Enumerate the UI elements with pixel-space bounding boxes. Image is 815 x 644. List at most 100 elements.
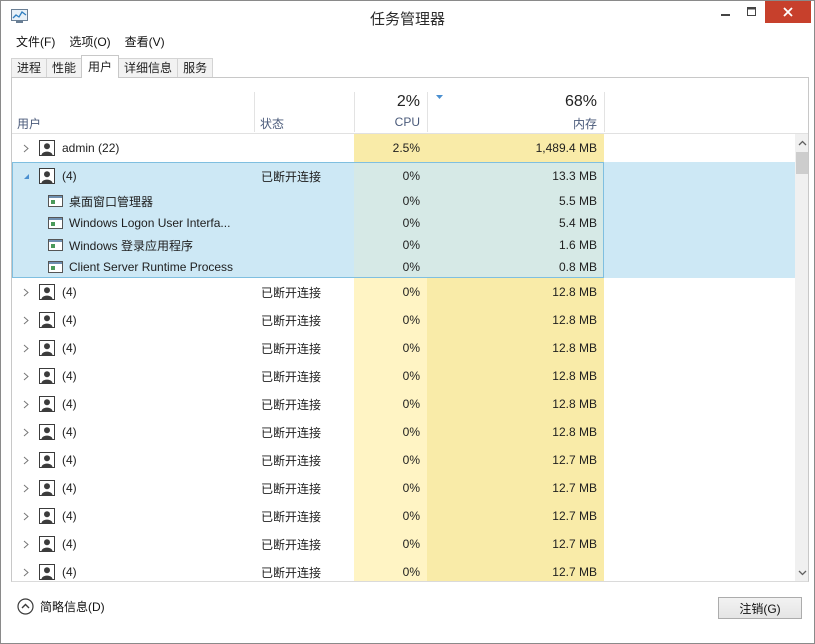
user-row[interactable]: (4) 已断开连接 0% 12.7 MB: [12, 530, 795, 558]
user-row[interactable]: (4) 已断开连接 0% 12.8 MB: [12, 278, 795, 306]
column-header-cpu[interactable]: 2% CPU: [354, 78, 427, 134]
fewer-details-toggle[interactable]: 简略信息(D): [17, 598, 105, 615]
user-row[interactable]: admin (22) 2.5% 1,489.4 MB: [12, 134, 795, 162]
tab-details[interactable]: 详细信息: [118, 58, 179, 78]
chevron-right-icon[interactable]: [23, 278, 29, 306]
row-status: 已断开连接: [261, 169, 322, 184]
logoff-button[interactable]: 注销(G): [718, 597, 802, 619]
process-row[interactable]: Windows Logon User Interfa... 0% 5.4 MB: [12, 212, 795, 234]
chevron-right-icon[interactable]: [23, 558, 29, 581]
row-name: 桌面窗口管理器: [69, 194, 154, 209]
row-memory: 12.8 MB: [552, 341, 597, 355]
chevron-right-icon[interactable]: [23, 418, 29, 446]
user-row[interactable]: (4) 已断开连接 0% 12.7 MB: [12, 446, 795, 474]
row-memory: 12.8 MB: [552, 313, 597, 327]
column-divider[interactable]: [254, 92, 255, 132]
user-row[interactable]: (4) 已断开连接 0% 12.7 MB: [12, 558, 795, 581]
row-status: 已断开连接: [261, 537, 322, 552]
chevron-right-icon[interactable]: [23, 306, 29, 334]
tab-services[interactable]: 服务: [177, 58, 214, 78]
window-title: 任务管理器: [369, 11, 445, 28]
row-status: 已断开连接: [261, 481, 322, 496]
maximize-button[interactable]: [739, 1, 765, 23]
row-memory: 1,489.4 MB: [535, 141, 597, 155]
title-bar[interactable]: 任务管理器: [1, 1, 814, 32]
window-process-icon: [48, 239, 63, 251]
row-name: (4): [62, 509, 77, 523]
user-row[interactable]: (4) 已断开连接 0% 12.7 MB: [12, 474, 795, 502]
row-name: (4): [62, 565, 77, 579]
process-row[interactable]: 桌面窗口管理器 0% 5.5 MB: [12, 190, 795, 212]
row-name: (4): [62, 285, 77, 299]
menu-view[interactable]: 查看(V): [118, 32, 172, 53]
user-row[interactable]: (4) 已断开连接 0% 12.8 MB: [12, 390, 795, 418]
process-row[interactable]: Windows 登录应用程序 0% 1.6 MB: [12, 234, 795, 256]
tab-users[interactable]: 用户: [81, 55, 120, 78]
row-cpu: 0%: [402, 238, 420, 252]
chevron-right-icon[interactable]: [23, 334, 29, 362]
row-name: (4): [62, 341, 77, 355]
row-cpu: 0%: [402, 260, 420, 274]
chevron-right-icon[interactable]: [23, 134, 29, 162]
user-row[interactable]: (4) 已断开连接 0% 12.8 MB: [12, 362, 795, 390]
tab-processes[interactable]: 进程: [11, 58, 48, 78]
row-status: 已断开连接: [261, 509, 322, 524]
row-status: 已断开连接: [261, 313, 322, 328]
row-status: 已断开连接: [261, 285, 322, 300]
row-memory: 12.8 MB: [552, 425, 597, 439]
row-status: 已断开连接: [261, 397, 322, 412]
row-cpu: 0%: [402, 537, 420, 551]
task-manager-window: 任务管理器 文件(F) 选项(O) 查看(V) 进程 性能 用户 详细信息 服务…: [0, 0, 815, 644]
user-icon: [39, 508, 55, 524]
row-cpu: 0%: [402, 285, 420, 299]
row-memory: 12.8 MB: [552, 285, 597, 299]
memory-label: 内存: [572, 117, 597, 131]
vertical-scrollbar[interactable]: [795, 134, 808, 581]
user-row[interactable]: (4) 已断开连接 0% 12.8 MB: [12, 306, 795, 334]
window-process-icon: [48, 217, 63, 229]
row-memory: 1.6 MB: [558, 238, 597, 252]
close-button[interactable]: [765, 1, 811, 23]
chevron-right-icon[interactable]: [23, 390, 29, 418]
scroll-thumb[interactable]: [796, 152, 808, 174]
user-icon: [39, 536, 55, 552]
process-row[interactable]: Client Server Runtime Process 0% 0.8 MB: [12, 256, 795, 278]
chevron-down-icon[interactable]: [23, 162, 30, 190]
row-cpu: 0%: [402, 481, 420, 495]
chevron-right-icon[interactable]: [23, 474, 29, 502]
menu-bar: 文件(F) 选项(O) 查看(V): [1, 32, 814, 53]
menu-file[interactable]: 文件(F): [9, 32, 62, 53]
row-name: Windows Logon User Interfa...: [69, 216, 231, 230]
user-row[interactable]: (4) 已断开连接 0% 13.3 MB: [12, 162, 795, 190]
row-cpu: 0%: [402, 425, 420, 439]
menu-options[interactable]: 选项(O): [62, 32, 117, 53]
row-memory: 5.4 MB: [558, 216, 597, 230]
minimize-button[interactable]: [713, 1, 739, 23]
chevron-right-icon[interactable]: [23, 530, 29, 558]
footer: 简略信息(D) 注销(G): [1, 583, 814, 633]
row-name: (4): [62, 537, 77, 551]
row-cpu: 0%: [402, 369, 420, 383]
chevron-right-icon[interactable]: [23, 362, 29, 390]
scroll-down-button[interactable]: [795, 564, 808, 581]
row-cpu: 0%: [402, 453, 420, 467]
row-status: 已断开连接: [261, 369, 322, 384]
chevron-down-icon: [798, 570, 807, 575]
row-status: 已断开连接: [261, 341, 322, 356]
row-name: (4): [62, 369, 77, 383]
user-row[interactable]: (4) 已断开连接 0% 12.8 MB: [12, 418, 795, 446]
row-name: (4): [62, 313, 77, 327]
chevron-right-icon[interactable]: [23, 446, 29, 474]
user-icon: [39, 168, 55, 184]
column-divider[interactable]: [604, 92, 605, 132]
user-row[interactable]: (4) 已断开连接 0% 12.7 MB: [12, 502, 795, 530]
chevron-right-icon[interactable]: [23, 502, 29, 530]
row-memory: 12.7 MB: [552, 565, 597, 579]
tab-performance[interactable]: 性能: [46, 58, 83, 78]
collapse-up-icon: [17, 598, 34, 615]
user-row[interactable]: (4) 已断开连接 0% 12.8 MB: [12, 334, 795, 362]
scroll-up-button[interactable]: [795, 134, 808, 151]
column-header-memory[interactable]: 68% 内存: [427, 78, 604, 134]
memory-total-percent: 68%: [564, 93, 597, 110]
row-name: (4): [62, 169, 77, 183]
